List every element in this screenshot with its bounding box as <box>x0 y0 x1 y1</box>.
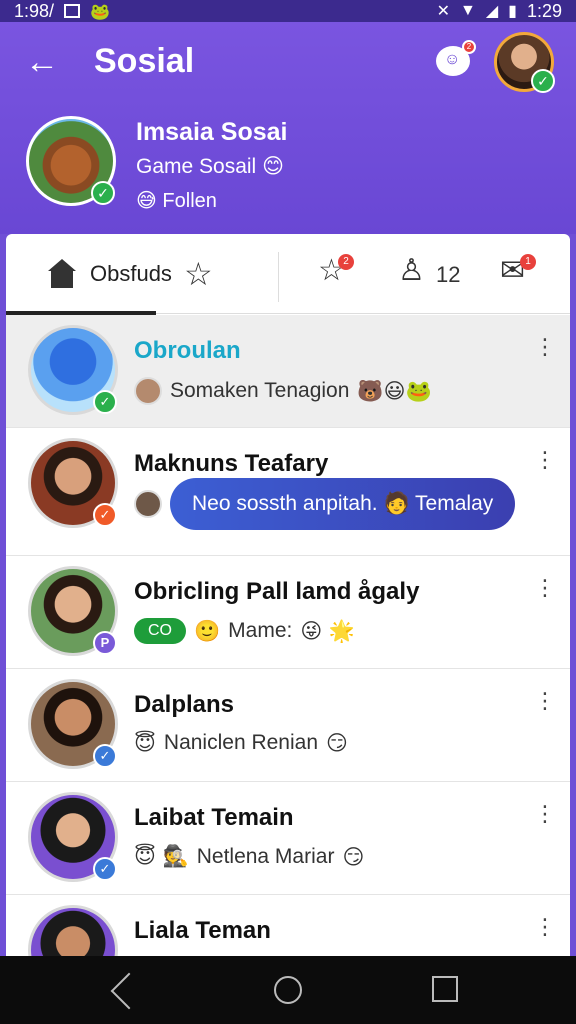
smile-icon: 😊 <box>262 154 284 178</box>
emoji-reactions: 😏 <box>342 844 365 869</box>
chat-name: Dalplans <box>134 691 235 718</box>
chat-name: Maknuns Teafary <box>134 450 329 477</box>
profile-follow[interactable]: 😅 Follen <box>136 188 217 213</box>
more-icon[interactable]: ⋮ <box>534 916 556 951</box>
header: ← Sosial ☺ 2 ✓ ✓ Imsaia Sosai Game Sosai… <box>0 22 576 234</box>
verified-icon: ✓ <box>93 744 117 768</box>
messages-badge: 1 <box>520 254 536 270</box>
chat-name: Laibat Temain <box>134 804 294 831</box>
emoji-reactions: 😏 <box>326 731 348 755</box>
preview-text: Somaken Tenagion <box>170 379 350 402</box>
profile-subtitle-text: Game Sosail <box>136 155 257 178</box>
emoji-reactions: 🐻😃🐸 <box>357 378 432 403</box>
tab-home[interactable]: Obsfuds ☆ <box>6 234 276 315</box>
status-left: 1:98/ 🐸 <box>14 1 110 22</box>
emoji-reactions: 😜 🌟 <box>300 618 356 643</box>
chat-item[interactable]: ✓ Laibat Temain 😇 🕵 Netlena Mariar 😏 ⋮ <box>6 782 570 895</box>
status-icon: ✓ <box>93 503 117 527</box>
chat-item[interactable]: ✓ Obroulan Somaken Tenagion 🐻😃🐸 ⋮ <box>6 315 570 428</box>
tab-bar: Obsfuds ☆ ☆ 2 ♙ 12 ✉ 1 <box>6 234 570 315</box>
preview-text: Mame: <box>228 619 293 642</box>
chat-item[interactable]: Liala Teman ⋮ <box>6 895 570 956</box>
status-right: ✕ ▼ ◢ ▮ 1:29 <box>437 1 562 22</box>
favorites-badge: 2 <box>338 254 354 270</box>
tab-divider <box>278 252 279 302</box>
avatar <box>28 905 118 956</box>
follow-label: Follen <box>162 190 217 212</box>
chat-name: Obroulan <box>134 337 241 364</box>
tab-home-label: Obsfuds <box>90 261 172 286</box>
status-bar: 1:98/ 🐸 ✕ ▼ ◢ ▮ 1:29 <box>0 0 576 22</box>
status-time-left: 1:98/ <box>14 0 55 21</box>
profile-avatar[interactable]: ✓ <box>26 116 116 206</box>
emoji-prefix: 😇 🕵 <box>134 844 189 868</box>
back-button[interactable]: ← <box>22 42 62 82</box>
chat-preview: 😇 Naniclen Renian 😏 <box>134 731 348 755</box>
chat-name: Liala Teman <box>134 917 271 944</box>
chat-preview: 😇 🕵 Netlena Mariar 😏 <box>134 844 364 869</box>
person-icon: ♙ <box>398 254 425 287</box>
preview-text: Netlena Mariar <box>196 844 335 868</box>
status-icon: P <box>93 631 117 655</box>
nav-back-icon[interactable] <box>110 972 148 1010</box>
preview-text: Naniclen Renian <box>163 731 319 754</box>
more-icon[interactable]: ⋮ <box>534 577 556 612</box>
chat-name: Obricling Pall lamd ågaly <box>134 578 420 605</box>
messages-tab[interactable]: ✉ 1 <box>500 254 536 286</box>
co-pill: CO <box>134 618 186 644</box>
battery-icon: ▮ <box>508 3 517 20</box>
wifi-icon: ▼ <box>459 2 476 19</box>
avatar: ✓ <box>28 679 118 769</box>
face-icon: 🙂 <box>194 618 221 643</box>
friends-count: 12 <box>436 262 461 287</box>
chat-preview: CO 🙂 Mame: 😜 🌟 <box>134 618 355 644</box>
star-icon[interactable]: ☆ <box>184 258 213 290</box>
more-icon[interactable]: ⋮ <box>534 690 556 725</box>
avatar: ✓ <box>28 438 118 528</box>
avatar: ✓ <box>28 325 118 415</box>
mini-avatar <box>134 377 162 405</box>
chat-item[interactable]: P Obricling Pall lamd ågaly CO 🙂 Mame: 😜… <box>6 556 570 669</box>
chat-item[interactable]: ✓ Dalplans 😇 Naniclen Renian 😏 ⋮ <box>6 669 570 782</box>
sweat-icon: 😅 <box>136 188 157 212</box>
online-icon: ✓ <box>93 390 117 414</box>
nav-recents-icon[interactable] <box>432 976 458 1002</box>
status-time-right: 1:29 <box>526 0 562 21</box>
my-avatar[interactable]: ✓ <box>494 32 555 93</box>
app-icon: 🐸 <box>90 1 110 21</box>
notification-icon <box>64 4 81 18</box>
verified-icon: ✓ <box>91 181 115 205</box>
more-icon[interactable]: ⋮ <box>534 449 556 484</box>
chat-face-icon: ☺ <box>444 51 461 68</box>
chat-badge: 2 <box>462 40 476 54</box>
signal-icon: ◢ <box>485 3 499 20</box>
chat-item[interactable]: ✓ Maknuns Teafary Neo sossth anpitah. 🧑 … <box>6 428 570 556</box>
chat-notification-button[interactable]: ☺ 2 <box>436 40 476 76</box>
nav-home-icon[interactable] <box>274 976 302 1004</box>
chat-preview: Somaken Tenagion 🐻😃🐸 <box>134 377 432 405</box>
avatar: ✓ <box>28 792 118 882</box>
verified-icon: ✓ <box>531 69 555 93</box>
profile-name: Imsaia Sosai <box>136 118 288 146</box>
favorites-tab[interactable]: ☆ 2 <box>318 254 354 286</box>
vibrate-icon: ✕ <box>436 3 450 20</box>
home-icon <box>46 259 78 289</box>
profile-subtitle: Game Sosail 😊 <box>136 154 284 179</box>
system-nav-bar <box>0 956 576 1024</box>
mini-avatar <box>134 490 162 518</box>
avatar: P <box>28 566 118 656</box>
chat-preview: Neo sossth anpitah. 🧑 Temalay <box>134 478 516 530</box>
message-bubble[interactable]: Neo sossth anpitah. 🧑 Temalay <box>170 478 516 530</box>
angel-icon: 😇 <box>134 731 156 755</box>
verified-icon: ✓ <box>93 857 117 881</box>
chat-panel: Obsfuds ☆ ☆ 2 ♙ 12 ✉ 1 ✓ Obroulan Somake… <box>6 234 570 956</box>
friends-tab[interactable]: ♙ <box>398 256 425 286</box>
more-icon[interactable]: ⋮ <box>534 803 556 838</box>
more-icon[interactable]: ⋮ <box>534 336 556 371</box>
page-title: Sosial <box>94 42 195 80</box>
